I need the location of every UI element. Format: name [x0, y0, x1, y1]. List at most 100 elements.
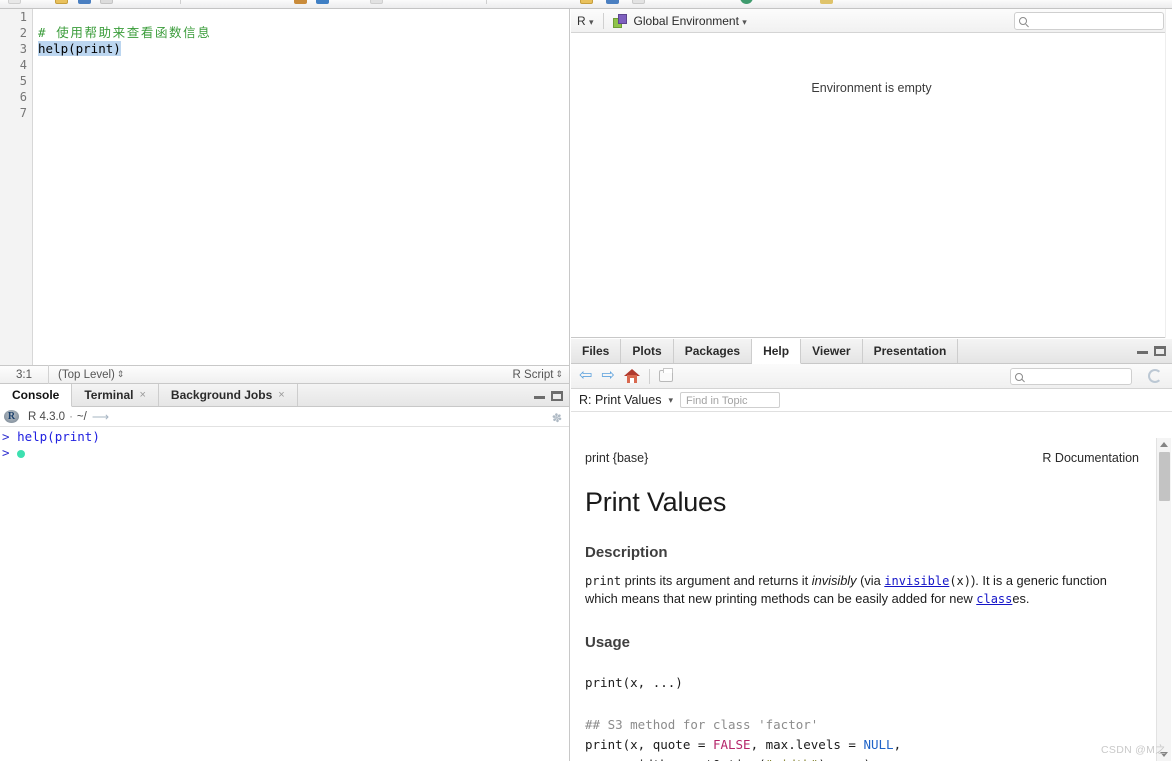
- environment-toolbar: R ▾ Global Environment ▾: [571, 9, 1172, 33]
- console-line: >: [2, 445, 569, 461]
- line-number: 6: [19, 90, 27, 104]
- help-tab-bar: Files Plots Packages Help Viewer Present…: [571, 339, 1172, 364]
- tab-terminal[interactable]: Terminal ×: [72, 384, 159, 406]
- source-editor-pane: 1 2 3 4 5 6 7 # 使用帮助来查看函数信息 help(print): [0, 9, 570, 365]
- search-icon: [1019, 17, 1027, 25]
- line-number: 3: [19, 42, 27, 56]
- forward-arrow-icon[interactable]: ⇨: [601, 368, 614, 384]
- usage-line-part: ), ...): [818, 757, 871, 761]
- tab-label: Viewer: [812, 344, 851, 358]
- toolbar-separator: [180, 0, 181, 4]
- code-line-3: help(print): [38, 41, 569, 57]
- home-icon[interactable]: [623, 369, 640, 383]
- help-navigation-bar: ⇦ ⇨: [571, 364, 1172, 389]
- scroll-up-arrow-icon[interactable]: [1160, 442, 1168, 447]
- tab-plots[interactable]: Plots: [621, 339, 674, 363]
- close-icon[interactable]: ×: [139, 389, 145, 401]
- document-header: print {base} R Documentation: [585, 448, 1139, 465]
- toolbar-separator: [602, 12, 604, 29]
- section-heading-usage: Usage: [585, 634, 631, 651]
- open-folder-icon[interactable]: [55, 0, 68, 4]
- line-number: 2: [19, 26, 27, 40]
- r-logo-icon: R: [4, 410, 19, 423]
- help-document-body: print {base} R Documentation Print Value…: [571, 438, 1157, 761]
- document-type-selector[interactable]: R Script ⇕: [513, 369, 569, 381]
- scope-selector[interactable]: (Top Level) ⇕: [49, 369, 124, 381]
- console-tab-bar: Console Terminal × Background Jobs ×: [0, 384, 569, 407]
- run-icon[interactable]: [294, 0, 307, 4]
- environment-scroll-edge: [1165, 9, 1172, 338]
- find-in-topic-box[interactable]: [679, 392, 780, 408]
- help-scrollbar[interactable]: [1156, 438, 1171, 761]
- env-open-folder-icon[interactable]: [580, 0, 593, 4]
- environment-search-input[interactable]: [1027, 13, 1172, 29]
- link-class[interactable]: class: [976, 592, 1012, 606]
- tab-viewer[interactable]: Viewer: [801, 339, 863, 363]
- tab-files[interactable]: Files: [571, 339, 622, 363]
- env-save-icon[interactable]: [606, 0, 619, 4]
- working-directory[interactable]: ~/: [77, 411, 87, 423]
- tab-label: Background Jobs: [170, 388, 273, 402]
- grid-icon[interactable]: [100, 0, 113, 4]
- section-heading-description: Description: [585, 544, 668, 561]
- document-package: print {base}: [585, 451, 649, 465]
- description-paragraph: print prints its argument and returns it…: [585, 572, 1113, 608]
- env-broom-icon[interactable]: [820, 0, 833, 4]
- link-invisible[interactable]: invisible: [884, 574, 949, 588]
- nav-separator: [648, 368, 650, 384]
- console-command: help(print): [17, 429, 100, 444]
- new-file-icon[interactable]: [8, 0, 21, 4]
- save-icon[interactable]: [78, 0, 91, 4]
- source-icon[interactable]: [316, 0, 329, 4]
- tab-label: Console: [12, 388, 60, 402]
- tab-packages[interactable]: Packages: [674, 339, 753, 363]
- help-search-box[interactable]: [1010, 368, 1169, 385]
- find-in-topic-input[interactable]: [680, 394, 779, 408]
- back-arrow-icon[interactable]: ⇦: [579, 368, 592, 384]
- tab-help[interactable]: Help: [752, 339, 802, 364]
- minimize-icon[interactable]: [1137, 346, 1148, 355]
- search-icon: [1015, 372, 1023, 381]
- print-icon[interactable]: [658, 368, 673, 382]
- import-dataset-icon[interactable]: [632, 0, 645, 4]
- maximize-icon[interactable]: [1154, 345, 1166, 356]
- usage-line-part: ,: [893, 737, 902, 752]
- refresh-icon[interactable]: [1148, 369, 1162, 383]
- help-topic-title[interactable]: R: Print Values: [579, 393, 661, 407]
- tab-label: Terminal: [84, 388, 134, 402]
- scrollbar-thumb[interactable]: [1159, 452, 1170, 501]
- environment-selector[interactable]: Global Environment ▾: [634, 14, 747, 28]
- tab-background-jobs[interactable]: Background Jobs ×: [159, 384, 298, 406]
- tab-presentation[interactable]: Presentation: [863, 339, 959, 363]
- maximize-icon[interactable]: [551, 390, 563, 401]
- environment-search-box[interactable]: [1014, 12, 1172, 30]
- environment-label: Global Environment: [633, 13, 739, 28]
- clear-console-icon[interactable]: ✽: [551, 410, 563, 426]
- stepper-icon: ⇕: [555, 368, 563, 379]
- tab-console[interactable]: Console: [0, 384, 73, 407]
- console-prompt: >: [2, 445, 10, 460]
- close-icon[interactable]: ×: [278, 389, 284, 401]
- usage-comment: ## S3 method for class 'factor': [585, 717, 819, 732]
- watermark: CSDN @M之: [1101, 744, 1166, 756]
- editor-code-area[interactable]: # 使用帮助来查看函数信息 help(print): [33, 9, 569, 365]
- code-comment: # 使用帮助来查看函数信息: [38, 25, 212, 40]
- open-directory-icon[interactable]: ⟶: [92, 410, 109, 424]
- language-selector[interactable]: R ▾: [577, 14, 594, 28]
- console-line: > help(print): [2, 429, 569, 445]
- desc-italic: invisibly: [811, 573, 857, 588]
- chevron-down-icon[interactable]: ▾: [668, 395, 673, 406]
- desc-text: prints its argument and returns it: [621, 573, 812, 588]
- compile-report-icon[interactable]: [370, 0, 383, 4]
- usage-false-literal: FALSE: [712, 737, 751, 752]
- usage-line-part: width = getOption(: [585, 757, 765, 761]
- memory-usage-icon[interactable]: [740, 0, 753, 4]
- header-dot: ·: [69, 410, 73, 423]
- console-window-controls: [534, 384, 563, 407]
- environment-empty-message: Environment is empty: [811, 81, 932, 95]
- minimize-icon[interactable]: [534, 391, 545, 400]
- console-output[interactable]: > help(print) >: [0, 427, 569, 461]
- cursor-position: 3:1: [16, 368, 32, 381]
- console-pane: Console Terminal × Background Jobs × R R 4…: [0, 384, 570, 761]
